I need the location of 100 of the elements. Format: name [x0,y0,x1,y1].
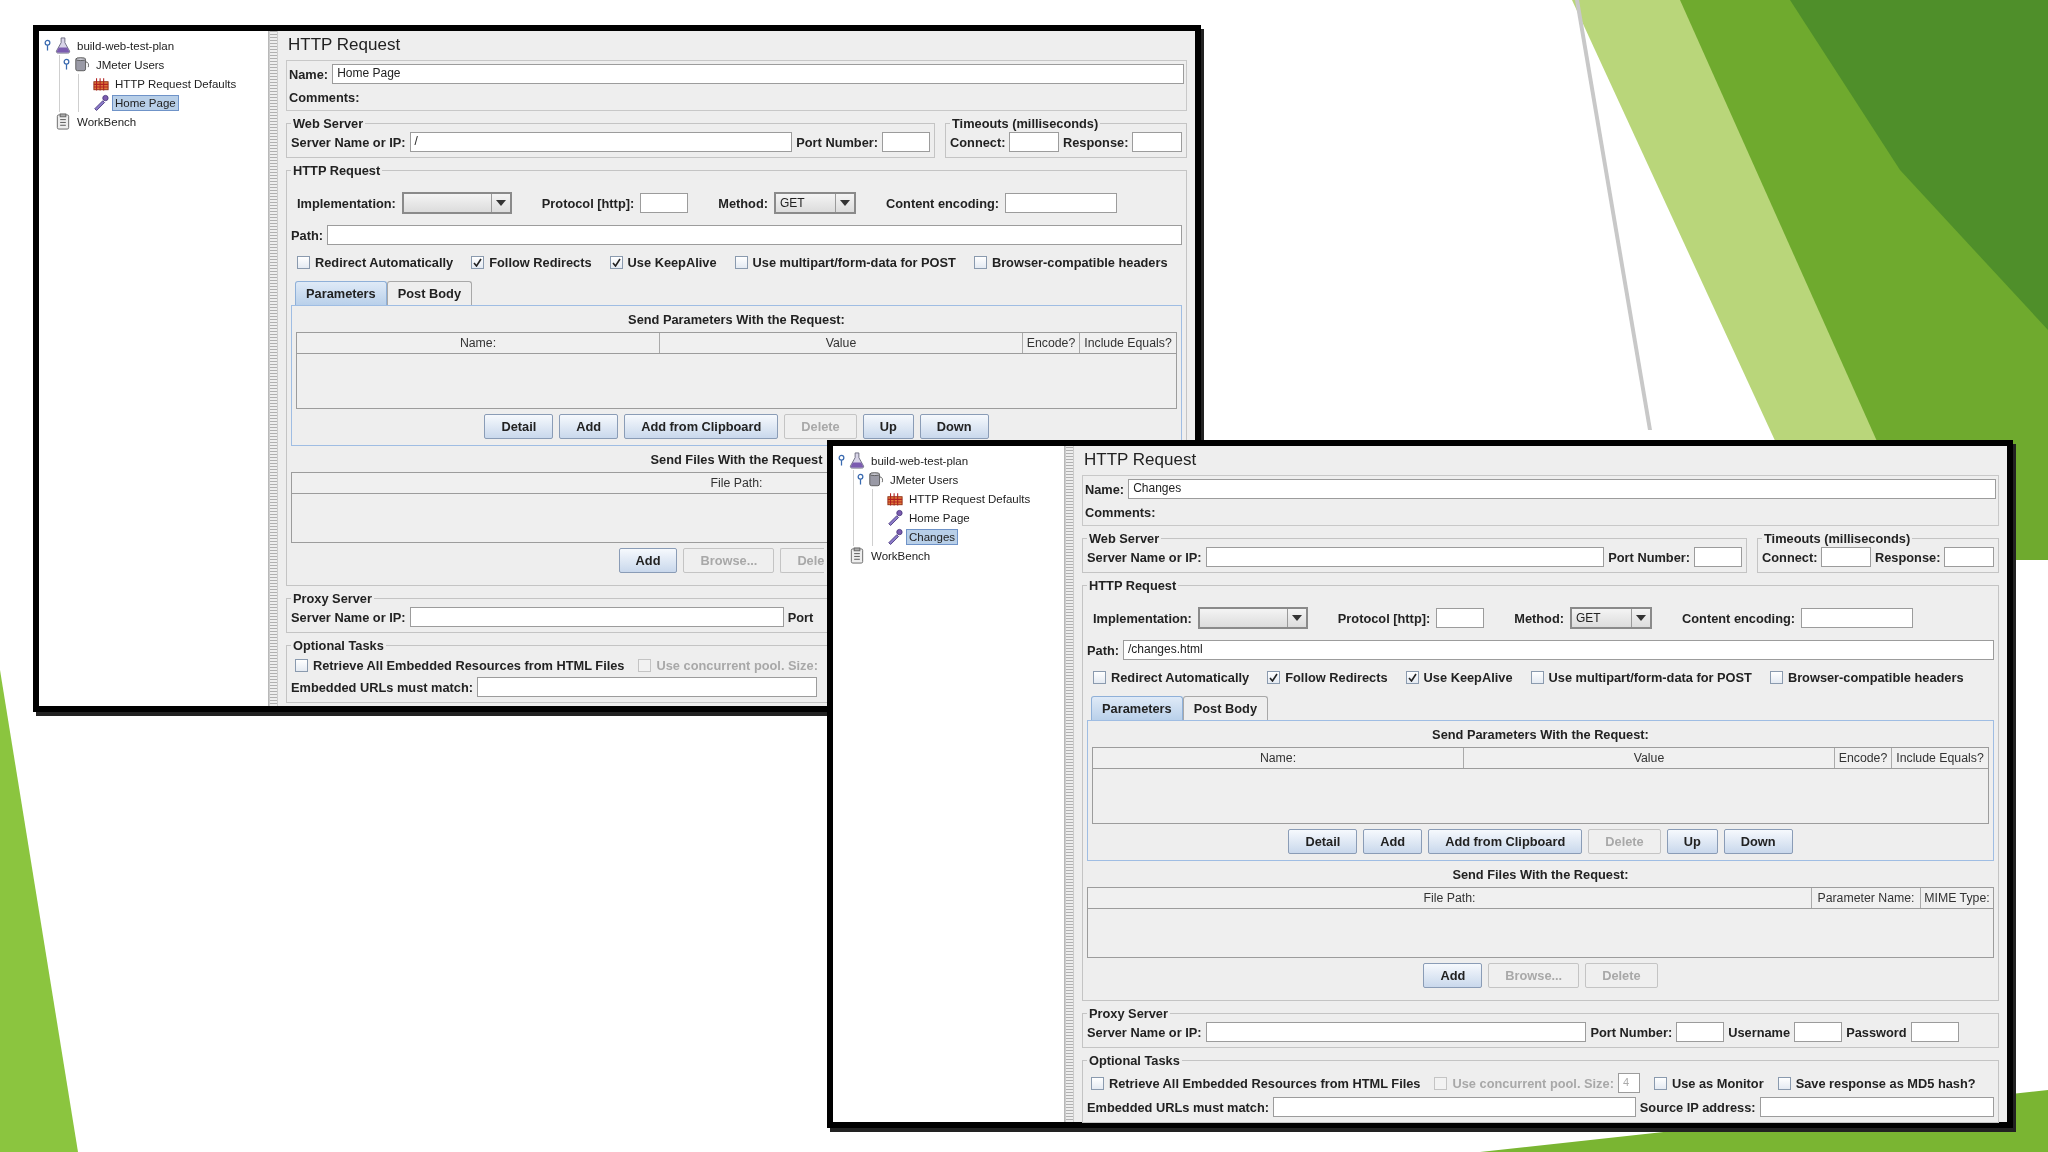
tab[interactable]: Post Body [386,281,472,305]
field-label: Connect: [1762,549,1818,565]
tree-item[interactable]: JMeter Users [93,56,168,73]
column-header[interactable]: Value [1633,751,1665,765]
text-field[interactable] [1436,608,1485,628]
column-header[interactable]: MIME Type: [1924,891,1990,905]
dropdown[interactable]: GET [1570,607,1652,629]
action-button[interactable]: Add [559,414,619,439]
column-header[interactable]: Encode? [1026,336,1076,350]
action-button[interactable]: Detail [484,414,554,439]
column-header[interactable]: Include Equals? [1896,751,1984,765]
clipboard-icon [55,113,71,130]
text-field[interactable]: Home Page [332,64,1184,84]
pipette-icon [887,509,903,526]
field-label: Port [787,609,814,625]
text-field[interactable] [1205,547,1605,567]
checkbox[interactable] [1091,1076,1104,1090]
text-field[interactable] [1821,547,1871,567]
text-field[interactable] [1676,1022,1725,1042]
tree-item[interactable]: build-web-test-plan [74,37,178,54]
tree-item[interactable]: HTTP Request Defaults [112,75,240,92]
tab[interactable]: Parameters [295,281,387,305]
field-label: Path: [291,227,323,243]
expand-handle-icon[interactable] [837,454,846,467]
caret-icon [1291,615,1302,621]
text-field[interactable] [1944,547,1994,567]
action-button[interactable]: Down [1723,829,1793,854]
tree-item[interactable]: Home Page [112,94,179,111]
field-label: Port Number: [796,134,878,150]
column-header[interactable]: Name: [459,336,497,350]
text-field[interactable] [477,677,818,697]
column-header[interactable]: Value [825,336,857,350]
expand-handle-icon[interactable] [856,473,865,486]
checkbox[interactable] [1653,1076,1667,1090]
action-button[interactable]: Down [919,414,989,439]
tree-item[interactable]: Home Page [906,509,973,526]
action-button[interactable]: Add [618,548,678,573]
tree-item[interactable]: JMeter Users [887,471,962,488]
checkbox[interactable] [471,256,485,269]
action-button[interactable]: Up [862,414,914,439]
checkbox[interactable] [1777,1076,1791,1090]
text-field[interactable] [1009,132,1059,152]
checkbox[interactable] [1267,671,1281,684]
column-header[interactable]: File Path: [1423,891,1476,905]
expand-handle-icon[interactable] [43,39,52,52]
column-header[interactable]: Parameter Name: [1817,891,1915,905]
checkbox[interactable] [609,256,623,269]
text-field[interactable] [1801,608,1914,628]
text-field[interactable] [1005,193,1118,213]
checkbox[interactable] [297,256,310,269]
checkbox[interactable] [295,659,308,672]
dropdown[interactable] [1197,607,1308,629]
caret-icon [495,200,506,206]
text-field[interactable]: / [409,132,793,152]
tree-item[interactable]: build-web-test-plan [868,452,972,469]
text-field[interactable] [882,132,930,152]
action-button[interactable]: Add [1423,963,1483,988]
tree-item[interactable]: HTTP Request Defaults [906,490,1034,507]
checkbox[interactable] [1769,671,1783,684]
tab[interactable]: Post Body [1182,696,1268,720]
tree-item[interactable]: WorkBench [868,547,934,564]
text-field[interactable] [640,193,689,213]
checkbox[interactable] [1530,671,1544,684]
text-field[interactable] [409,607,784,627]
text-field[interactable] [1205,1022,1587,1042]
tab[interactable]: Parameters [1091,696,1183,720]
checkbox-label: Use concurrent pool. Size: [1452,1075,1614,1091]
text-field[interactable]: Changes [1128,479,1996,499]
field-label: Port Number: [1608,549,1690,565]
pipette-icon [887,528,903,545]
column-header[interactable]: File Path: [710,476,763,490]
text-field[interactable] [1759,1097,1994,1117]
action-button[interactable]: Detail [1288,829,1358,854]
tree-item[interactable]: Changes [906,528,959,545]
action-button[interactable]: Up [1666,829,1718,854]
text-field[interactable] [1273,1097,1636,1117]
checkbox-label: Use multipart/form-data for POST [1548,670,1752,685]
text-field[interactable] [1694,547,1742,567]
text-field[interactable] [327,225,1182,245]
checkbox[interactable] [973,256,987,269]
dropdown[interactable] [401,192,512,214]
expand-handle-icon[interactable] [62,58,71,71]
action-button[interactable]: Add from Clipboard [624,414,779,439]
checkbox[interactable] [1093,671,1106,684]
text-field[interactable]: /changes.html [1123,640,1994,660]
column-header[interactable]: Encode? [1838,751,1888,765]
field-label: Protocol [http]: [541,195,635,211]
text-field[interactable] [1132,132,1182,152]
checkbox[interactable] [1405,671,1419,684]
checkbox[interactable] [734,256,748,269]
checkbox-label: Use KeepAlive [1423,670,1513,685]
dropdown[interactable]: GET [774,192,856,214]
text-field[interactable] [1794,1022,1843,1042]
text-field[interactable] [1910,1022,1959,1042]
table-caption: Send Files With the Request [650,452,823,467]
action-button[interactable]: Add from Clipboard [1428,829,1583,854]
column-header[interactable]: Name: [1259,751,1297,765]
action-button[interactable]: Add [1363,829,1423,854]
column-header[interactable]: Include Equals? [1084,336,1172,350]
tree-item[interactable]: WorkBench [74,113,140,130]
